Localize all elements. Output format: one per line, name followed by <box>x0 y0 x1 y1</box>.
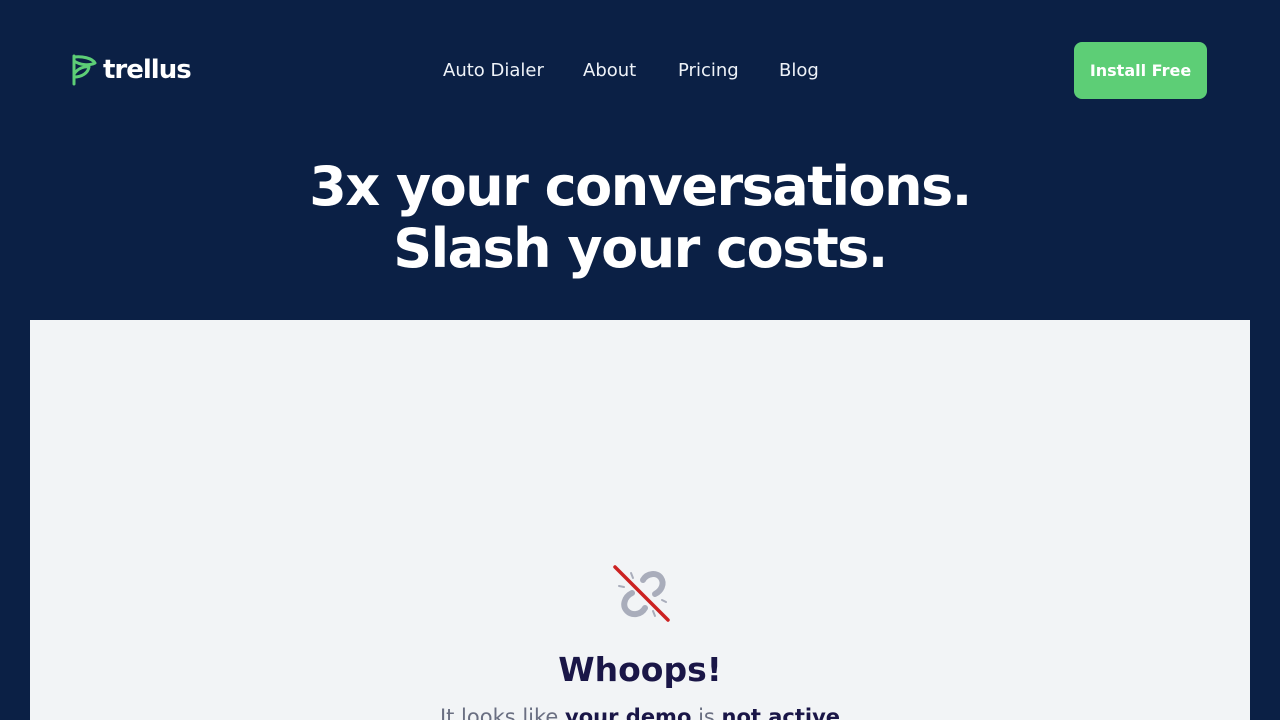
error-title: Whoops! <box>558 650 722 689</box>
install-free-button[interactable]: Install Free <box>1074 42 1207 99</box>
nav-auto-dialer[interactable]: Auto Dialer <box>443 58 544 84</box>
error-message-demo: your demo <box>565 705 692 720</box>
hero-title: 3x your conversations. Slash your costs. <box>0 156 1280 280</box>
hero-title-line2: Slash your costs. <box>393 217 888 280</box>
nav-pricing[interactable]: Pricing <box>678 58 739 84</box>
error-message-status: not active <box>721 705 841 720</box>
demo-panel: Whoops! It looks like your demo is not a… <box>30 320 1250 720</box>
error-message: It looks like your demo is not active <box>30 702 1250 720</box>
nav-blog[interactable]: Blog <box>779 58 819 84</box>
error-message-prefix: It looks like <box>439 705 559 720</box>
page: trellus Auto Dialer About Pricing Blog I… <box>0 0 1280 720</box>
nav-about[interactable]: About <box>583 58 636 84</box>
error-message-middle: is <box>698 705 715 720</box>
broken-link-icon <box>613 565 670 622</box>
hero-title-line1: 3x your conversations. <box>309 155 972 218</box>
